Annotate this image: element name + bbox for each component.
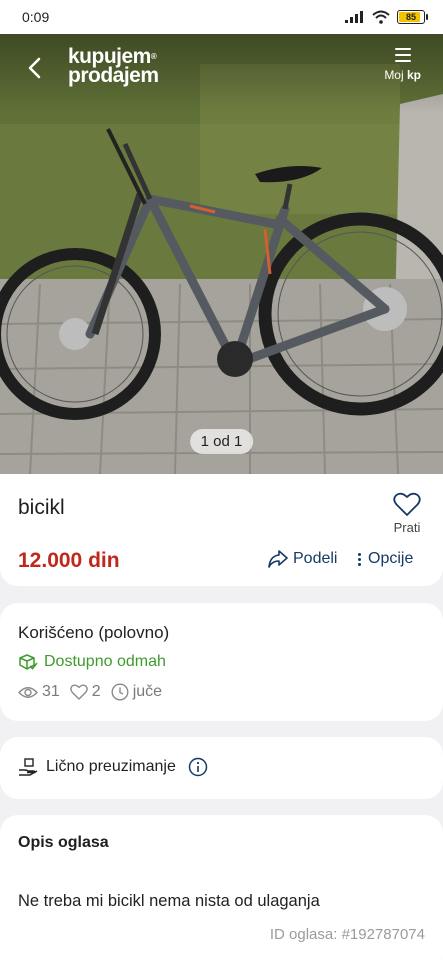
- views-count: 31: [42, 683, 60, 700]
- status-time: 0:09: [22, 9, 50, 25]
- share-button[interactable]: Podeli: [268, 550, 337, 568]
- follow-label: Prati: [393, 520, 421, 535]
- description-text: Ne treba mi bicikl nema nista od ulaganj…: [18, 892, 320, 910]
- logo-mark: ®: [150, 52, 157, 61]
- battery-icon: 85: [397, 10, 428, 24]
- signal-icon: [345, 11, 363, 23]
- listing-photo[interactable]: kupujem® prodajem Moj kp 1 od 1: [0, 34, 443, 474]
- follow-button[interactable]: Prati: [393, 492, 421, 535]
- menu-label: Moj kp: [384, 68, 421, 82]
- share-icon: [268, 550, 288, 568]
- pickup-label: Lično preuzimanje: [46, 758, 176, 775]
- options-button[interactable]: Opcije: [358, 550, 413, 568]
- favorites-count: 2: [91, 683, 101, 700]
- availability: Dostupno odmah: [18, 653, 166, 671]
- kupujem-prodajem-logo[interactable]: kupujem® prodajem: [68, 46, 159, 87]
- delivery-card: Lično preuzimanje: [0, 737, 443, 799]
- listing-header-card: bicikl Prati 12.000 din Podeli Opcije: [0, 474, 443, 586]
- description-card: Opis oglasa Ne treba mi bicikl nema nist…: [0, 815, 443, 960]
- status-bar: 0:09 85: [0, 0, 443, 34]
- package-check-icon: [19, 654, 38, 670]
- pickup-option: Lično preuzimanje: [18, 757, 208, 777]
- posted-date: juče: [132, 683, 163, 700]
- listing-stats: 31 2 juče: [18, 683, 172, 701]
- battery-level: 85: [405, 12, 416, 22]
- logo-line2: prodajem: [68, 64, 159, 87]
- hamburger-icon: [394, 48, 411, 62]
- heart-outline-icon: [69, 684, 88, 700]
- photo-counter: 1 od 1: [189, 429, 254, 454]
- wifi-icon: [372, 10, 390, 24]
- share-label: Podeli: [293, 550, 338, 567]
- options-label: Opcije: [368, 550, 414, 567]
- more-vertical-icon: [358, 552, 361, 566]
- item-condition: Korišćeno (polovno): [18, 623, 170, 642]
- menu-label-bold: kp: [406, 68, 421, 82]
- eye-icon: [18, 686, 38, 698]
- description-heading: Opis oglasa: [18, 834, 109, 851]
- status-icons: 85: [345, 10, 428, 24]
- listing-price: 12.000 din: [18, 549, 120, 572]
- availability-label: Dostupno odmah: [44, 653, 166, 670]
- clock-icon: [111, 683, 129, 701]
- listing-title: bicikl: [18, 496, 65, 519]
- posted-stat: juče: [111, 683, 162, 701]
- favorites-stat: 2: [69, 683, 101, 701]
- views-stat: 31: [18, 683, 60, 701]
- heart-icon: [393, 492, 421, 516]
- ad-id: ID oglasa: #192787074: [269, 926, 425, 943]
- listing-status-card: Korišćeno (polovno) Dostupno odmah 31 2: [0, 603, 443, 721]
- info-icon[interactable]: [188, 757, 208, 777]
- hand-package-icon: [19, 758, 38, 776]
- chevron-left-icon: [28, 57, 41, 79]
- back-button[interactable]: [18, 52, 50, 84]
- menu-button[interactable]: Moj kp: [384, 48, 421, 82]
- menu-label-prefix: Moj: [384, 68, 407, 82]
- header-gradient: [0, 34, 443, 114]
